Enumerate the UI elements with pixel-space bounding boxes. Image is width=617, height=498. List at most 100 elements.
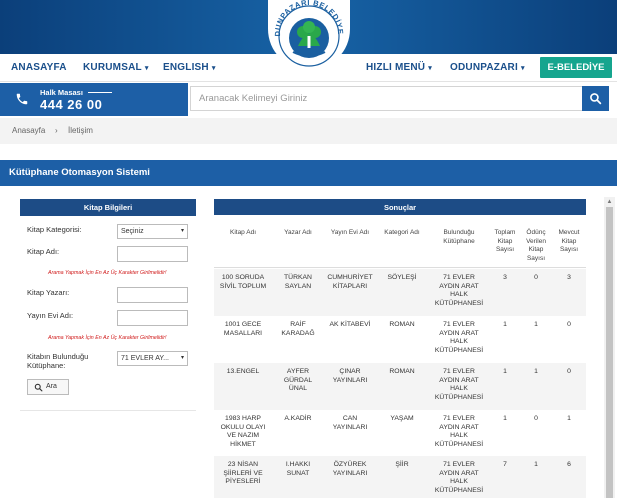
table-cell-text: HALK: [450, 291, 468, 298]
breadcrumb-current: İletişim: [68, 126, 93, 135]
chevron-down-icon: ▾: [180, 228, 184, 234]
book-name-input[interactable]: [117, 246, 188, 262]
table-cell-publisher: AK KİTABEVİ: [324, 321, 376, 330]
category-select[interactable]: Seçiniz ▾: [117, 224, 188, 239]
column-header-text: Sayısı: [559, 246, 579, 253]
breadcrumb-separator: ›: [55, 126, 58, 135]
table-cell-text: TÜRKAN: [284, 274, 312, 281]
table-row[interactable]: 1001 GECE MASALLARI RAİF KARADAĞ AK KİTABEVİ…: [214, 316, 586, 363]
table-cell-text: YAYINLARI: [332, 423, 368, 431]
table-cell-text: YAYINLARI: [332, 376, 368, 384]
column-header-text: Yazar Adı: [284, 229, 312, 236]
table-cell-text: AYDIN ARAT: [439, 423, 479, 431]
column-header-text: Kitap: [528, 246, 544, 253]
logo-emblem-icon: ODUNPAZARI BELEDİYESİ: [268, 0, 345, 67]
table-cell-text: KÜTÜPHANESİ: [434, 486, 484, 494]
ebelediye-button[interactable]: E-BELEDİYE: [540, 57, 612, 78]
table-cell-library: 71 EVLER AYDIN ARAT HALK KÜTÜPHANESİ: [428, 321, 490, 355]
column-header: Yazar Adı: [274, 229, 322, 238]
table-cell-text: 0: [534, 274, 538, 281]
breadcrumb-home[interactable]: Anasayfa: [12, 118, 45, 144]
table-cell-text: ROMAN: [389, 321, 415, 328]
table-cell-text: ÜNAL: [288, 385, 308, 392]
search-button[interactable]: [582, 86, 609, 111]
table-cell-text: 71 EVLER: [443, 461, 475, 468]
nav-hizli-menu[interactable]: HIZLI MENÜ ▾: [366, 54, 432, 82]
column-header-text: Ödünç: [526, 229, 546, 236]
form-heading: Kitap Bilgileri: [20, 199, 196, 216]
table-cell-text: YAŞAM: [390, 415, 414, 422]
table-cell-category: ŞİİR: [378, 461, 426, 470]
table-cell-text: 13.ENGEL: [226, 368, 260, 375]
results-heading: Sonuçlar: [214, 199, 586, 216]
table-cell-text: 3: [567, 274, 571, 281]
column-header: Kategori Adı: [378, 229, 426, 238]
scrollbar-thumb[interactable]: [606, 207, 613, 498]
ara-button[interactable]: Ara: [27, 379, 69, 395]
table-cell-publisher: ÖZYÜREK YAYINLARI: [324, 461, 376, 478]
publisher-warning: Arama Yapmak İçin En Az Üç Karakter Giri…: [48, 335, 167, 341]
phone-icon: [16, 93, 28, 105]
nav-anasayfa[interactable]: ANASAYFA: [11, 54, 67, 82]
library-label-line2: Kütüphane:: [27, 361, 66, 370]
column-header-text: Kitap: [497, 237, 513, 245]
nav-english[interactable]: ENGLISH ▾: [163, 54, 216, 82]
column-header-text: Yayın Evi Adı: [330, 229, 370, 236]
table-cell-text: 0: [567, 321, 571, 328]
author-input[interactable]: [117, 287, 188, 303]
table-cell-text: 1: [534, 461, 538, 468]
table-cell-text: 1: [534, 321, 538, 328]
publisher-input[interactable]: [117, 310, 188, 326]
municipality-logo[interactable]: ODUNPAZARI BELEDİYESİ: [268, 0, 350, 70]
call-label: Halk Masası: [40, 88, 83, 97]
table-row[interactable]: 13.ENGEL AYFER GÜRDAL ÜNAL ÇINAR YAYINLARI ROM…: [214, 363, 586, 410]
table-cell-book: 13.ENGEL: [214, 368, 272, 377]
search-input[interactable]: [199, 87, 579, 110]
table-cell-text: RAİF: [290, 321, 306, 328]
table-cell-total: 1: [490, 321, 520, 330]
scroll-up-icon[interactable]: ▲: [604, 197, 615, 207]
table-cell-text: 1: [503, 415, 507, 422]
table-cell-category: SÖYLEŞİ: [378, 274, 426, 283]
table-cell-text: MASALLARI: [223, 329, 263, 337]
table-cell-text: 71 EVLER: [443, 415, 475, 422]
table-cell-book: 1983 HARP OKULU OLAYI VE NAZIM HİKMET: [214, 415, 272, 449]
ara-button-label: Ara: [46, 383, 57, 390]
table-cell-text: 3: [503, 274, 507, 281]
nav-odunpazari[interactable]: ODUNPAZARI ▾: [450, 54, 525, 82]
nav-anasayfa-label: ANASAYFA: [11, 62, 67, 73]
author-label: Kitap Yazarı:: [27, 288, 70, 297]
table-row[interactable]: 100 SORUDA SİVİL TOPLUM TÜRKAN SAYLAN CUMHUR…: [214, 269, 586, 316]
results-table-header: Kitap Adı Yazar Adı Yayın Evi Adı Kategori …: [214, 215, 586, 268]
table-row[interactable]: 23 NİSAN ŞİİRLERİ VE PİYESLERİ I.HAKKI SUNAT…: [214, 456, 586, 498]
nav-odunpazari-label: ODUNPAZARI: [450, 62, 518, 73]
table-cell-available: 0: [552, 368, 586, 377]
table-cell-text: ŞİİRLERİ VE: [223, 469, 263, 477]
table-cell-book: 1001 GECE MASALLARI: [214, 321, 272, 338]
call-divider: [88, 92, 112, 93]
table-cell-total: 1: [490, 368, 520, 377]
nav-kurumsal[interactable]: KURUMSAL ▾: [83, 54, 149, 82]
table-cell-text: HALK: [450, 432, 468, 439]
table-row[interactable]: 1983 HARP OKULU OLAYI VE NAZIM HİKMET A.KADİ…: [214, 410, 586, 456]
halk-masasi-box[interactable]: Halk Masası 444 26 00: [0, 83, 188, 116]
column-header-text: Kitap Adı: [229, 229, 257, 236]
column-header-text: Mevcut: [558, 229, 580, 236]
table-cell-text: AYDIN ARAT: [439, 282, 479, 290]
book-name-label: Kitap Adı:: [27, 247, 60, 256]
table-cell-text: 1: [534, 368, 538, 375]
table-cell-publisher: CAN YAYINLARI: [324, 415, 376, 432]
table-cell-category: ROMAN: [378, 321, 426, 330]
table-cell-text: AK KİTABEVİ: [329, 321, 371, 328]
table-cell-text: 1983 HARP: [225, 415, 261, 422]
library-select[interactable]: 71 EVLER AY... ▾: [117, 351, 188, 366]
table-cell-category: YAŞAM: [378, 415, 426, 424]
search-icon: [34, 383, 43, 392]
table-cell-loaned: 0: [520, 415, 552, 424]
call-number: 444 26 00: [40, 97, 103, 112]
table-cell-library: 71 EVLER AYDIN ARAT HALK KÜTÜPHANESİ: [428, 415, 490, 449]
table-cell-text: KÜTÜPHANESİ: [434, 393, 484, 401]
table-cell-text: ŞİİR: [395, 461, 409, 468]
column-header-text: Kütüphane: [443, 237, 475, 245]
publisher-label: Yayın Evi Adı:: [27, 311, 74, 320]
